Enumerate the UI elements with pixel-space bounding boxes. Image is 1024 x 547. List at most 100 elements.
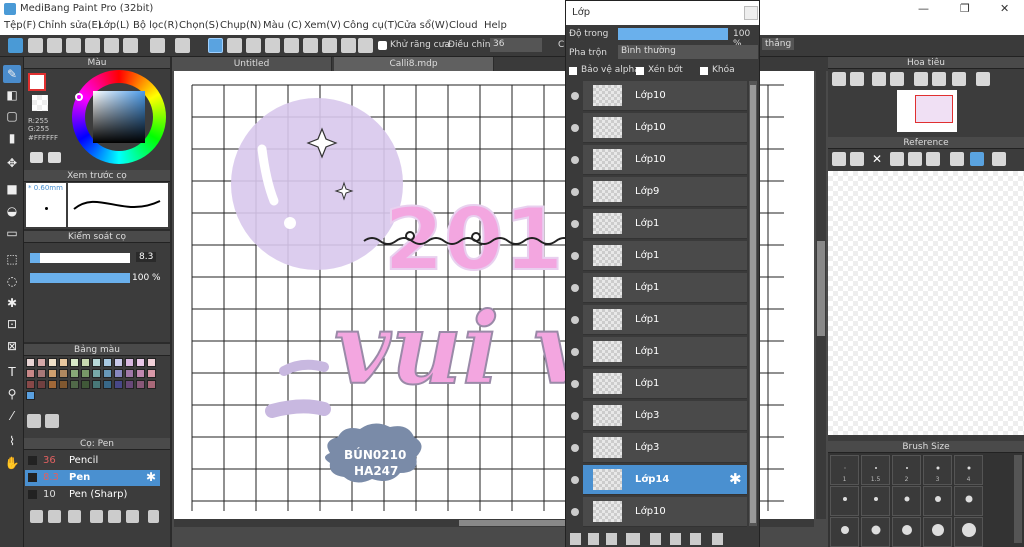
- rotate-left-icon[interactable]: [914, 72, 928, 86]
- palette-swatch[interactable]: [70, 358, 79, 367]
- tab-untitled[interactable]: Untitled: [172, 57, 332, 71]
- layer-row[interactable]: Lớp1: [571, 273, 747, 303]
- layer-row[interactable]: Lớp1: [571, 241, 747, 271]
- hue-wheel[interactable]: [72, 70, 166, 164]
- palette-swatch[interactable]: [136, 369, 145, 378]
- primary-color-swatch[interactable]: [28, 73, 46, 91]
- palette-swatch[interactable]: [103, 358, 112, 367]
- menu-file[interactable]: Tệp(F): [4, 20, 36, 31]
- visibility-icon[interactable]: [571, 284, 579, 292]
- brush-settings-gear-icon[interactable]: ✱: [146, 470, 156, 484]
- visibility-icon[interactable]: [571, 124, 579, 132]
- brush-size-cell[interactable]: [923, 517, 952, 547]
- palette-swatch[interactable]: [48, 380, 57, 389]
- palette-trash-icon[interactable]: [45, 414, 59, 428]
- blend-select[interactable]: Bình thường: [618, 45, 758, 59]
- reference-fit-icon[interactable]: [908, 152, 922, 166]
- rectangle-tool-icon[interactable]: ▢: [3, 107, 21, 125]
- brush-size-cell[interactable]: [830, 486, 859, 516]
- palette-swatch[interactable]: [125, 380, 134, 389]
- visibility-icon[interactable]: [571, 412, 579, 420]
- fit-icon[interactable]: [872, 72, 886, 86]
- visibility-icon[interactable]: [571, 156, 579, 164]
- comment-icon[interactable]: [47, 38, 62, 53]
- maximize-icon[interactable]: ❐: [960, 2, 970, 15]
- brush-menu-icon[interactable]: [68, 510, 81, 523]
- secondary-color-swatch[interactable]: [32, 95, 48, 111]
- layer-scrollbar[interactable]: [749, 81, 757, 526]
- visibility-icon[interactable]: [571, 380, 579, 388]
- delete-layer-icon[interactable]: [712, 533, 723, 545]
- menu-tools[interactable]: Công cụ(T): [343, 20, 398, 31]
- close-icon[interactable]: ✕: [1000, 2, 1009, 15]
- layer-menu-icon[interactable]: [626, 533, 640, 545]
- snap-parallel-icon[interactable]: [227, 38, 242, 53]
- layer-settings-gear-icon[interactable]: ✱: [729, 470, 742, 488]
- palette-swatch[interactable]: [81, 369, 90, 378]
- new-color-layer-icon[interactable]: [588, 533, 599, 545]
- snap-radial-icon[interactable]: [284, 38, 299, 53]
- clipping-checkbox[interactable]: [636, 67, 644, 75]
- new-layer-icon[interactable]: [570, 533, 581, 545]
- palette-swatch[interactable]: [70, 380, 79, 389]
- grid-icon[interactable]: [123, 38, 138, 53]
- actual-size-icon[interactable]: [890, 72, 904, 86]
- palette-swatch[interactable]: [26, 358, 35, 367]
- brush-opacity-slider[interactable]: [30, 273, 130, 283]
- palette-swatch[interactable]: [136, 358, 145, 367]
- menu-layer[interactable]: Lớp(L): [98, 20, 129, 31]
- page-icon[interactable]: [104, 38, 119, 53]
- brush-size-cell[interactable]: 4: [954, 455, 983, 485]
- snap-circle-icon[interactable]: [303, 38, 318, 53]
- palette-swatch[interactable]: [114, 369, 123, 378]
- color-mode-icon[interactable]: [30, 152, 43, 163]
- visibility-icon[interactable]: [571, 188, 579, 196]
- adjust-select[interactable]: 36: [490, 38, 542, 52]
- reference-zoom-in-icon[interactable]: [890, 152, 904, 166]
- palette-swatch[interactable]: [48, 369, 57, 378]
- visibility-icon[interactable]: [571, 220, 579, 228]
- brush-size-value[interactable]: 8.3: [136, 252, 157, 262]
- layer-row-selected[interactable]: Lớp14 ✱: [571, 465, 747, 495]
- select-eraser-icon[interactable]: ⊠: [3, 337, 21, 355]
- canvas-hscroll-thumb[interactable]: [459, 520, 569, 526]
- reference-hand-icon[interactable]: [970, 152, 984, 166]
- snap-cross-icon[interactable]: [246, 38, 261, 53]
- hue-handle[interactable]: [75, 93, 83, 101]
- dropper-tool-icon[interactable]: ⌇: [3, 432, 21, 450]
- snap-off-icon[interactable]: [208, 38, 223, 53]
- menu-help[interactable]: Help: [484, 20, 507, 31]
- brush-size-cell[interactable]: [892, 486, 921, 516]
- canvas-vscrollbar[interactable]: [816, 71, 826, 519]
- palette-swatch[interactable]: [70, 369, 79, 378]
- copy-layer-icon[interactable]: [670, 533, 681, 545]
- palette-add-icon[interactable]: [27, 414, 41, 428]
- snap-ellipse-icon[interactable]: [341, 38, 356, 53]
- undo-icon[interactable]: [150, 38, 165, 53]
- brush-size-cell[interactable]: [954, 517, 983, 547]
- layer-row[interactable]: Lớp1: [571, 369, 747, 399]
- document-icon[interactable]: [85, 38, 100, 53]
- reference-folder-icon[interactable]: [850, 152, 864, 166]
- bucket-tool-icon[interactable]: ◒: [3, 202, 21, 220]
- divide-tool-icon[interactable]: ⚲: [3, 385, 21, 403]
- fill-shape-icon[interactable]: ■: [3, 180, 21, 198]
- palette-swatch[interactable]: [59, 369, 68, 378]
- layer-folder-icon[interactable]: [650, 533, 661, 545]
- select-tool-icon[interactable]: ▮: [3, 129, 21, 147]
- layer-row[interactable]: Lớp10: [571, 145, 747, 175]
- reference-close-icon[interactable]: ✕: [870, 152, 884, 166]
- fit-screen-icon[interactable]: [932, 72, 946, 86]
- move-tool-icon[interactable]: ✥: [3, 154, 21, 172]
- eyedropper-tool-icon[interactable]: ⁄: [3, 407, 21, 425]
- menu-select[interactable]: Chọn(S): [179, 20, 219, 31]
- layer-row[interactable]: Lớp1: [571, 305, 747, 335]
- brush-item[interactable]: 10 Pen (Sharp): [25, 487, 160, 503]
- palette-swatch[interactable]: [92, 369, 101, 378]
- brush-size-cell[interactable]: 2: [892, 455, 921, 485]
- palette-swatch[interactable]: [48, 358, 57, 367]
- rotate-right-icon[interactable]: [952, 72, 966, 86]
- menu-view[interactable]: Xem(V): [304, 20, 341, 31]
- palette-swatch[interactable]: [92, 358, 101, 367]
- zoom-in-icon[interactable]: [832, 72, 846, 86]
